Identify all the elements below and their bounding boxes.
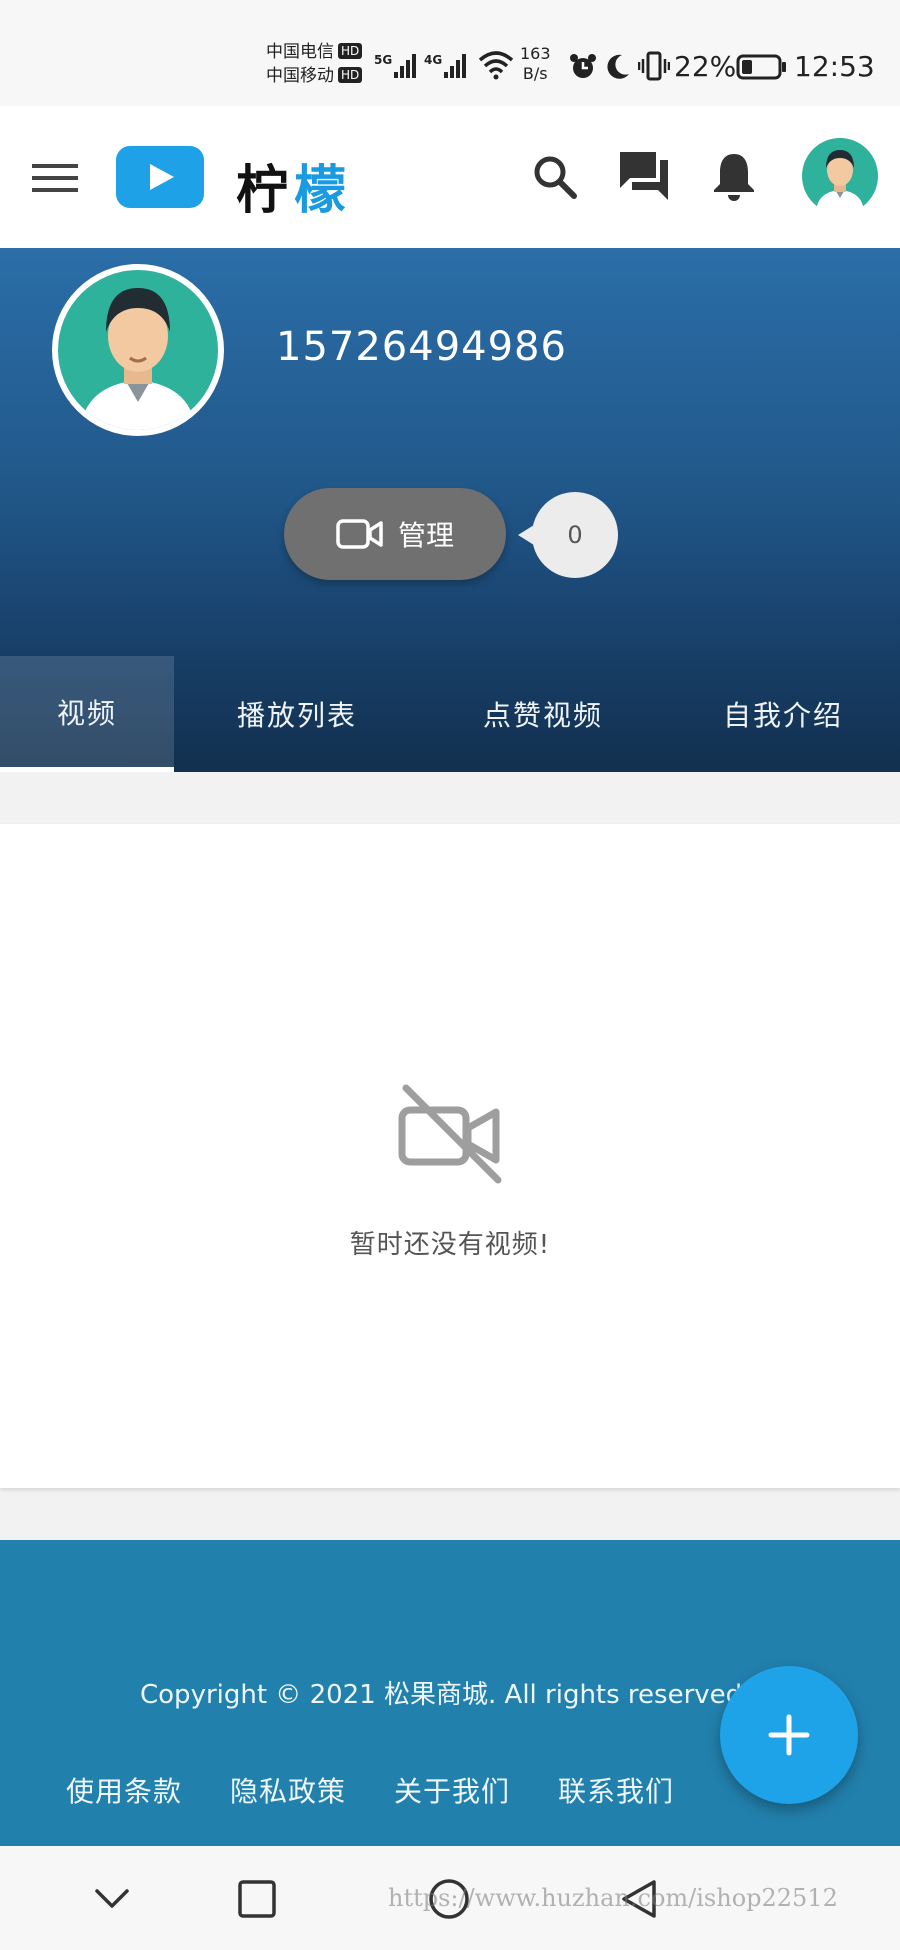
status-bar: 中国电信 HD 中国移动 HD 5G 4G 163 B/s 22% 12:53 bbox=[0, 0, 900, 106]
vibrate-icon bbox=[638, 51, 670, 81]
watermark-text: https://www.huzhan.com/ishop22512 bbox=[388, 1884, 838, 1912]
tab-label: 点赞视频 bbox=[482, 699, 603, 732]
network-speed-unit: B/s bbox=[522, 64, 548, 83]
logo-char-1: 柠 bbox=[236, 161, 295, 221]
carrier-info: 中国电信 HD 中国移动 HD bbox=[266, 40, 363, 88]
hd-badge: HD bbox=[338, 67, 363, 83]
profile-tabs: 视频 播放列表 点赞视频 自我介绍 bbox=[0, 656, 900, 772]
network-speed: 163 B/s bbox=[520, 44, 551, 84]
carrier-1: 中国电信 bbox=[266, 42, 334, 62]
video-camera-icon bbox=[336, 519, 383, 549]
battery-percent: 22% bbox=[674, 50, 737, 83]
moon-icon bbox=[607, 54, 629, 79]
carrier-2: 中国移动 bbox=[266, 66, 334, 86]
footer-link-about[interactable]: 关于我们 bbox=[394, 1770, 510, 1810]
signal-5g-label: 5G bbox=[374, 53, 392, 67]
status-icons: 5G 4G 163 B/s 22% 12:53 bbox=[374, 44, 875, 84]
tab-liked-videos[interactable]: 点赞视频 bbox=[420, 656, 666, 772]
profile-avatar[interactable] bbox=[50, 262, 226, 438]
wifi-icon bbox=[478, 51, 514, 80]
chat-icon[interactable] bbox=[618, 150, 672, 202]
tab-label: 视频 bbox=[56, 696, 117, 730]
logo-char-2: 檬 bbox=[294, 161, 353, 221]
search-icon[interactable] bbox=[532, 154, 578, 200]
profile-hero: 15726494986 管理 0 视频 播放列表 点赞视频 自我介绍 bbox=[0, 248, 900, 772]
clock: 12:53 bbox=[794, 50, 875, 83]
add-fab-button[interactable] bbox=[720, 1666, 858, 1804]
user-avatar[interactable] bbox=[802, 138, 878, 214]
signal-5g-icon: 5G bbox=[374, 53, 416, 78]
alarm-icon bbox=[570, 54, 596, 78]
tab-label: 播放列表 bbox=[236, 699, 357, 732]
copyright-text: Copyright © 2021 松果商城. All rights reserv… bbox=[140, 1680, 751, 1710]
footer-links: 使用条款 隐私政策 关于我们 联系我们 bbox=[66, 1770, 674, 1810]
recent-apps-icon[interactable] bbox=[238, 1880, 276, 1918]
footer-link-privacy[interactable]: 隐私政策 bbox=[230, 1770, 346, 1810]
signal-4g-label: 4G bbox=[424, 53, 442, 67]
bell-icon[interactable] bbox=[712, 150, 756, 202]
system-nav-bar: https://www.huzhan.com/ishop22512 bbox=[0, 1846, 900, 1950]
app-header: 柠檬 bbox=[0, 106, 900, 248]
videos-panel: 暂时还没有视频! bbox=[0, 824, 900, 1488]
video-count-badge: 0 bbox=[518, 492, 618, 578]
tab-videos[interactable]: 视频 bbox=[0, 656, 174, 772]
manage-button[interactable]: 管理 bbox=[284, 488, 506, 580]
tab-playlists[interactable]: 播放列表 bbox=[174, 656, 420, 772]
chevron-down-icon[interactable] bbox=[94, 1888, 130, 1910]
menu-icon[interactable] bbox=[32, 162, 78, 194]
tab-label: 自我介绍 bbox=[722, 699, 843, 732]
app-logo-text[interactable]: 柠檬 bbox=[236, 148, 352, 223]
video-off-icon bbox=[398, 1084, 502, 1184]
battery-icon bbox=[736, 54, 786, 80]
tab-about[interactable]: 自我介绍 bbox=[666, 656, 900, 772]
plus-icon bbox=[768, 1714, 810, 1756]
logo-play-icon[interactable] bbox=[116, 146, 204, 208]
footer-link-contact[interactable]: 联系我们 bbox=[558, 1770, 674, 1810]
hd-badge: HD bbox=[338, 43, 363, 59]
empty-state-message: 暂时还没有视频! bbox=[349, 1230, 551, 1260]
signal-4g-icon: 4G bbox=[424, 53, 466, 78]
manage-button-label: 管理 bbox=[397, 519, 454, 552]
profile-phone-number: 15726494986 bbox=[276, 324, 567, 370]
network-speed-value: 163 bbox=[520, 44, 551, 63]
footer-link-terms[interactable]: 使用条款 bbox=[66, 1770, 182, 1810]
